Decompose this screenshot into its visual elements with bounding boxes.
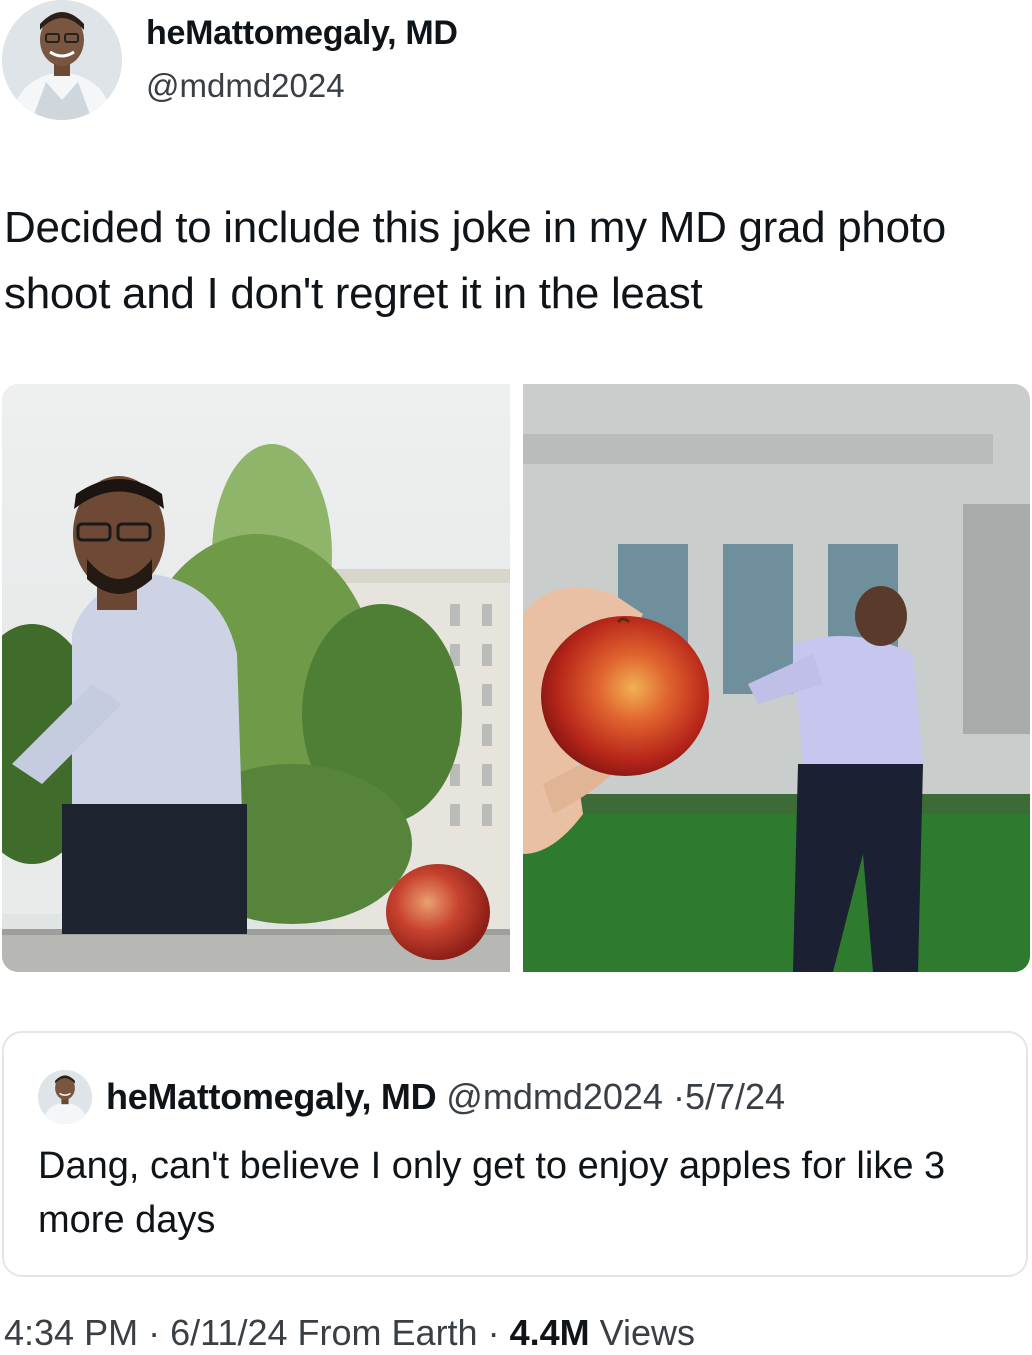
views-label: Views [599, 1312, 696, 1353]
tweet-time[interactable]: 4:34 PM [4, 1312, 138, 1353]
quoted-avatar[interactable] [38, 1070, 92, 1124]
quoted-handle[interactable]: @mdmd2024 [446, 1076, 663, 1117]
quoted-header: heMattomegaly, MD @mdmd2024 ·5/7/24 [106, 1076, 785, 1118]
tweet-date[interactable]: 6/11/24 [170, 1312, 287, 1353]
tweet-footer: 4:34 PM · 6/11/24 From Earth · 4.4M View… [4, 1312, 696, 1353]
quoted-separator: · [672, 1076, 685, 1117]
profile-photo-icon [38, 1070, 92, 1124]
photo-hand-holding-apple [523, 384, 1030, 972]
author-display-name[interactable]: heMattomegaly, MD [146, 14, 458, 53]
photo-man-looking-at-apple [2, 384, 510, 972]
views-count: 4.4M [509, 1312, 590, 1353]
media-photo-right[interactable] [523, 384, 1030, 972]
tweet-text: Decided to include this joke in my MD gr… [4, 203, 946, 318]
quoted-date[interactable]: 5/7/24 [685, 1076, 785, 1117]
avatar[interactable] [2, 0, 122, 120]
tweet-source: From Earth [297, 1312, 478, 1353]
quoted-text: Dang, can't believe I only get to enjoy … [38, 1145, 946, 1241]
author-handle[interactable]: @mdmd2024 [146, 67, 345, 105]
quoted-tweet[interactable]: heMattomegaly, MD @mdmd2024 ·5/7/24 Dang… [2, 1031, 1028, 1277]
media-photo-left[interactable] [2, 384, 510, 972]
quoted-display-name[interactable]: heMattomegaly, MD [106, 1076, 437, 1117]
profile-photo-icon [2, 0, 122, 120]
